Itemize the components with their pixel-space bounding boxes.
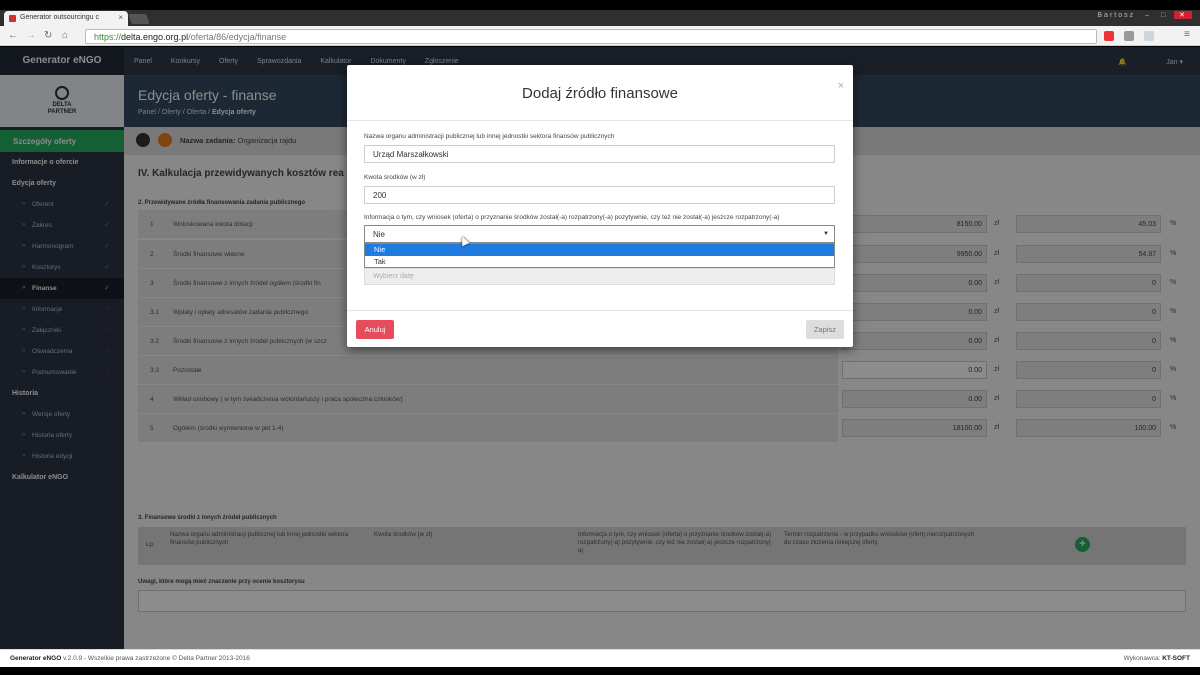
modal-close-icon[interactable]: × (838, 80, 844, 92)
menu-icon[interactable]: ≡ (1184, 29, 1190, 40)
browser-tabstrip: Generator outsourcingu c × Bartosz – □ ✕ (0, 10, 1200, 26)
browser-toolbar: ← → ↻ ⌂ https://delta.engo.org.pl/oferta… (0, 26, 1200, 46)
maximize-icon[interactable]: □ (1158, 12, 1170, 19)
url-scheme: https:// (94, 32, 122, 42)
window-close-icon[interactable]: ✕ (1174, 11, 1192, 19)
option-nie[interactable]: Nie (365, 244, 834, 256)
select-value: Nie (373, 230, 386, 239)
browser-tab[interactable]: Generator outsourcingu c × (4, 11, 128, 26)
home-icon[interactable]: ⌂ (62, 30, 68, 41)
favicon-icon (9, 15, 16, 22)
window-controls: Bartosz – □ ✕ (1094, 11, 1192, 19)
modal-footer: Anuluj Zapisz (347, 310, 853, 347)
minimize-icon[interactable]: – (1142, 12, 1154, 19)
back-icon[interactable]: ← (8, 30, 18, 41)
field-amount-input[interactable]: 200 (364, 186, 835, 204)
tab-close-icon[interactable]: × (118, 13, 123, 22)
top-black-bar (0, 0, 1200, 10)
save-button[interactable]: Zapisz (806, 320, 844, 339)
modal-title: Dodaj źródło finansowe (347, 65, 853, 121)
caret-down-icon: ▼ (823, 231, 829, 237)
forward-icon[interactable]: → (26, 30, 36, 41)
field-status-select[interactable]: Nie ▼ (364, 225, 835, 243)
footer-exec: Wykonawca: KT-SOFT (1124, 655, 1190, 662)
url-path: /oferta/86/edycja/finanse (188, 32, 287, 42)
footer-exec-label: Wykonawca: (1123, 655, 1163, 662)
date-input[interactable]: Wybierz datę (364, 268, 835, 285)
footer: Generator eNGO v.2.0.9 - Wszelkie prawa … (0, 649, 1200, 667)
footer-copy: v.2.0.9 - Wszelkie prawa zastrzeżone © D… (61, 655, 250, 662)
status-dropdown-list: Nie Tak (364, 243, 835, 268)
profile-extension-icon[interactable] (1144, 31, 1154, 41)
eyedropper-extension-icon[interactable] (1124, 31, 1134, 41)
tab-title: Generator outsourcingu c (20, 14, 99, 21)
field-organ-label: Nazwa organu administracji publicznej lu… (364, 133, 615, 140)
window-user[interactable]: Bartosz (1094, 12, 1138, 19)
footer-app: Generator eNGO (10, 655, 62, 662)
field-amount-label: Kwota środków (w zł) (364, 174, 426, 181)
url-host: delta.engo.org.pl (121, 32, 189, 42)
add-finance-source-modal: Dodaj źródło finansowe × Nazwa organu ad… (347, 65, 853, 347)
new-tab-button[interactable] (128, 14, 150, 24)
option-tak[interactable]: Tak (365, 256, 834, 268)
address-bar[interactable]: https://delta.engo.org.pl/oferta/86/edyc… (85, 29, 1097, 44)
footer-exec-name: KT-SOFT (1162, 655, 1190, 662)
opera-extension-icon[interactable] (1104, 31, 1114, 41)
reload-icon[interactable]: ↻ (44, 30, 52, 41)
cancel-button[interactable]: Anuluj (356, 320, 394, 339)
field-status-label: Informacja o tym, czy wniosek (oferta) o… (364, 214, 780, 221)
field-organ-input[interactable]: Urząd Marszałkowski (364, 145, 835, 163)
